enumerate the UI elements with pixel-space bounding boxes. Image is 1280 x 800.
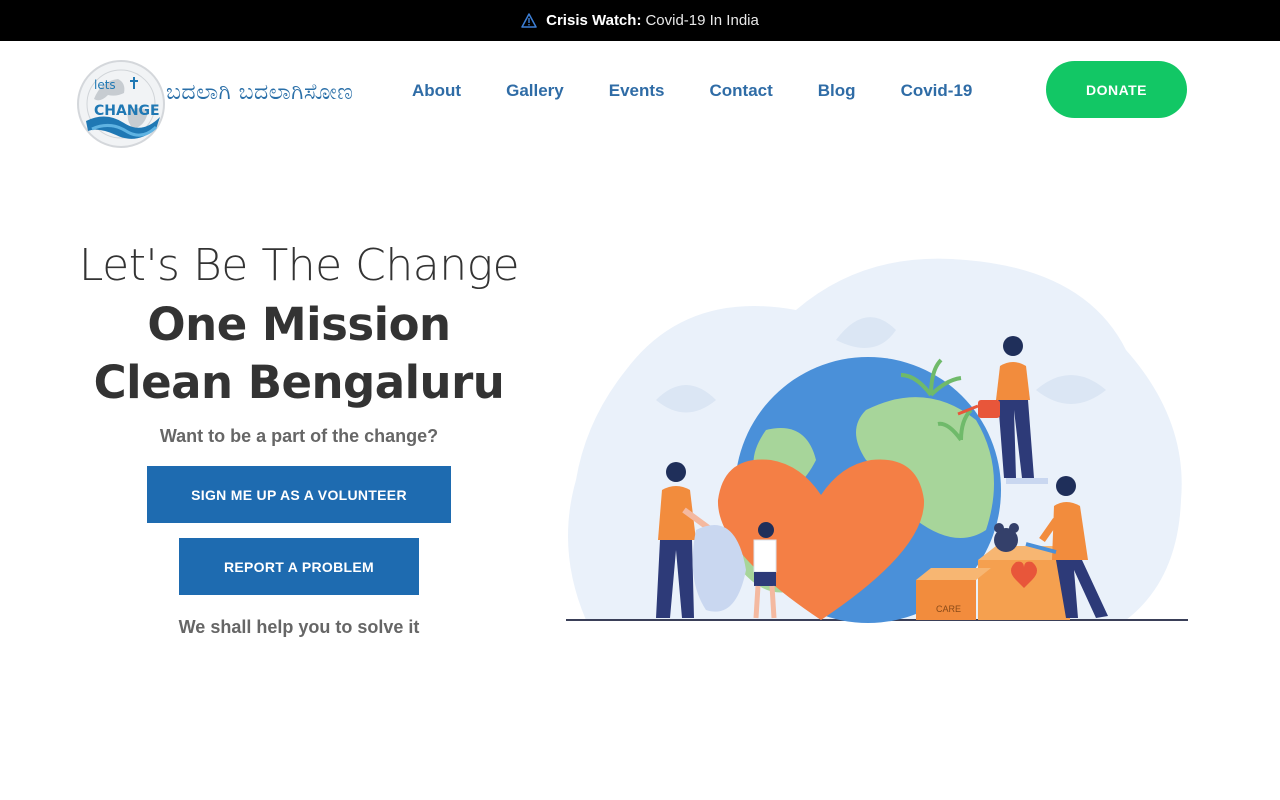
headline-clean-bengaluru: Clean Bengaluru [93, 356, 505, 409]
crisis-label: Crisis Watch: [546, 12, 642, 29]
nav-contact[interactable]: Contact [710, 81, 773, 101]
svg-text:lets: lets [94, 78, 116, 92]
globe-logo[interactable]: CHANGE lets [76, 59, 166, 149]
warning-icon [521, 13, 537, 28]
nav-events[interactable]: Events [609, 81, 665, 101]
crisis-link[interactable]: Covid-19 In India [645, 12, 758, 29]
volunteer-signup-button[interactable]: SIGN ME UP AS A VOLUNTEER [147, 466, 451, 523]
hero-illustration: CARE [566, 250, 1188, 625]
svg-text:CHANGE: CHANGE [94, 103, 160, 119]
headline-light: Let's Be The Change [78, 240, 520, 291]
hero-subtitle: Want to be a part of the change? [159, 426, 439, 446]
nav-about[interactable]: About [412, 81, 461, 101]
site-header: CHANGE lets ಬದಲಾಗಿ ಬದಲಾಗಿಸೋಣ About Galle… [0, 41, 1280, 149]
donate-button[interactable]: DONATE [1046, 61, 1187, 118]
crisis-banner: Crisis Watch: Covid-19 In India [0, 0, 1280, 41]
main-nav: About Gallery Events Contact Blog Covid-… [412, 81, 1017, 101]
logo-text[interactable]: ಬದಲಾಗಿ ಬದಲಾಗಿಸೋಣ [166, 80, 353, 105]
report-problem-button[interactable]: REPORT A PROBLEM [179, 538, 419, 595]
nav-gallery[interactable]: Gallery [506, 81, 564, 101]
hero-section: Let's Be The Change One Mission Clean Be… [60, 236, 538, 638]
headline-one-mission: One Mission [147, 298, 451, 351]
care-box-label: CARE [936, 604, 961, 614]
nav-blog[interactable]: Blog [818, 81, 856, 101]
nav-covid-19[interactable]: Covid-19 [901, 81, 973, 101]
help-text: We shall help you to solve it [178, 617, 420, 637]
